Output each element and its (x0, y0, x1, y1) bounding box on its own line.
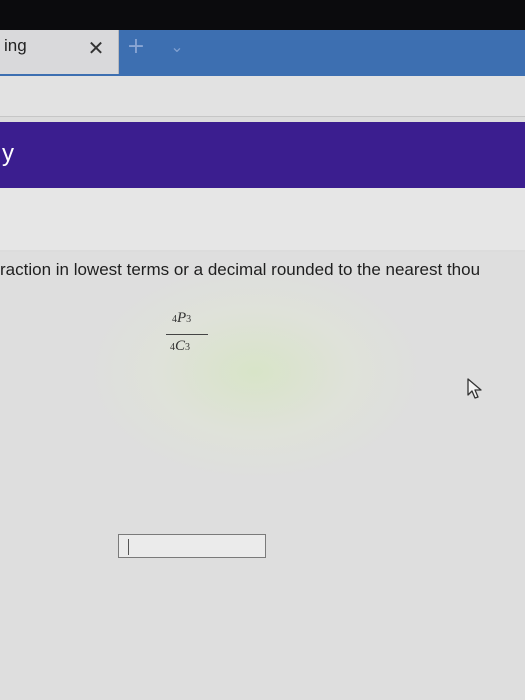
address-bar[interactable] (0, 76, 525, 117)
mouse-pointer-icon (467, 378, 482, 399)
close-icon[interactable]: ✕ (84, 36, 108, 60)
question-area: raction in lowest terms or a decimal rou… (0, 252, 525, 700)
sub-header (0, 188, 525, 250)
fraction-bar (166, 334, 208, 335)
fraction-numerator: 4P3 (172, 310, 192, 326)
course-banner: y (0, 122, 525, 188)
tab-title: ing (4, 36, 27, 55)
fraction-denominator: 4C3 (170, 338, 191, 354)
os-top-bar (0, 0, 525, 30)
browser-tab-strip: ing ✕ + ⌄ (0, 30, 525, 76)
answer-input[interactable] (118, 534, 266, 558)
plus-icon[interactable]: + (124, 34, 148, 60)
banner-title: y (2, 140, 14, 167)
text-caret (128, 539, 129, 555)
question-instruction: raction in lowest terms or a decimal rou… (0, 260, 481, 279)
browser-tab[interactable]: ing ✕ (0, 30, 119, 74)
chevron-down-icon[interactable]: ⌄ (166, 36, 188, 58)
